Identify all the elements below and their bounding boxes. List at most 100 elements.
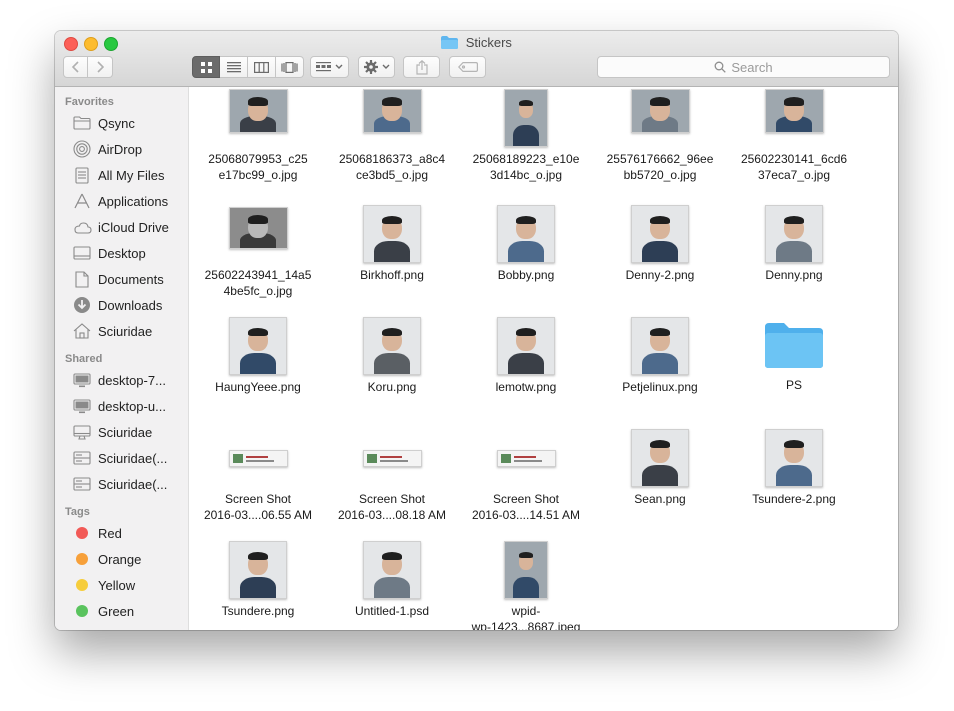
file-thumbnail	[631, 429, 689, 487]
sidebar-item-label: iCloud Drive	[98, 219, 169, 235]
file-grid: 25068079953_c25 e17bc99_o.jpg 25068186373_…	[189, 87, 898, 630]
file-name-line: Screen Shot	[358, 492, 426, 506]
column-view-button[interactable]	[248, 56, 276, 78]
file-thumbnail	[363, 541, 421, 599]
file-thumbnail	[362, 450, 422, 467]
file-item[interactable]: Untitled-1.psd	[325, 541, 459, 619]
icon-view-button[interactable]	[192, 56, 220, 78]
file-name-line: Birkhoff.png	[360, 268, 424, 282]
imac-icon	[72, 423, 92, 441]
icon-grid-icon	[200, 61, 212, 73]
sidebar-item-icloud-drive[interactable]: iCloud Drive	[55, 214, 188, 240]
arrange-button[interactable]	[310, 56, 349, 78]
file-item[interactable]: Koru.png	[325, 317, 459, 395]
sidebar-item-airdrop[interactable]: AirDrop	[55, 136, 188, 162]
sidebar-item-qsync[interactable]: Qsync	[55, 110, 188, 136]
file-item[interactable]: 25068189223_e10e 3d14bc_o.jpg	[459, 89, 593, 183]
sidebar-item-applications[interactable]: Applications	[55, 188, 188, 214]
action-button[interactable]	[358, 56, 395, 78]
sidebar-item-desktop-u[interactable]: desktop-u...	[55, 393, 188, 419]
sidebar-item-green[interactable]: Green	[55, 598, 188, 624]
file-item[interactable]: HaungYeee.png	[191, 317, 325, 395]
sidebar-item-label: Downloads	[98, 297, 163, 313]
file-item[interactable]: Screen Shot 2016-03....08.18 AM	[325, 429, 459, 523]
sidebar-item-desktop-7[interactable]: desktop-7...	[55, 367, 188, 393]
edit-tags-button[interactable]	[449, 56, 486, 78]
tag-color-dot-icon	[76, 605, 88, 617]
file-item[interactable]: 25602230141_6cd6 37eca7_o.jpg	[727, 89, 861, 183]
sidebar-item-sciuridae[interactable]: Sciuridae	[55, 318, 188, 344]
file-item[interactable]: 25068186373_a8c4 ce3bd5_o.jpg	[325, 89, 459, 183]
search-icon	[714, 61, 727, 73]
back-button[interactable]	[63, 56, 88, 78]
file-thumbnail	[228, 89, 288, 133]
search-field[interactable]: Search	[597, 56, 890, 78]
file-thumbnail	[630, 89, 690, 133]
forward-button[interactable]	[88, 56, 113, 78]
file-name-line: 3d14bc_o.jpg	[489, 168, 563, 182]
sidebar-item-label: AirDrop	[98, 141, 143, 157]
cover-flow-view-button[interactable]	[276, 56, 304, 78]
sidebar-item-downloads[interactable]: Downloads	[55, 292, 188, 318]
file-name-line: Denny.png	[765, 268, 823, 282]
sidebar-item-all-my-files[interactable]: All My Files	[55, 162, 188, 188]
file-thumbnail	[228, 450, 288, 467]
file-item[interactable]: lemotw.png	[459, 317, 593, 395]
sidebar-item-label: Sciuridae(...	[98, 450, 168, 466]
tag-color-dot-icon	[76, 553, 88, 565]
sidebar-item-sciuridae[interactable]: Sciuridae(...	[55, 445, 188, 471]
file-name-line: 37eca7_o.jpg	[757, 168, 831, 182]
cloud-icon	[72, 218, 92, 236]
file-item[interactable]: wpid-wp-1423...8687.jpeg	[459, 541, 593, 630]
all-files-icon	[72, 166, 92, 184]
desktop-icon	[72, 244, 92, 262]
downloads-icon	[72, 296, 92, 314]
folder-icon	[441, 36, 459, 49]
share-button[interactable]	[403, 56, 440, 78]
file-name-line: Sean.png	[634, 492, 686, 506]
file-item[interactable]: Tsundere.png	[191, 541, 325, 619]
file-thumbnail	[504, 89, 548, 147]
arrange-grid-icon	[316, 62, 331, 72]
file-name-line: Screen Shot	[492, 492, 560, 506]
tag-color-dot-icon	[76, 579, 88, 591]
file-item[interactable]: 25602243941_14a5 4be5fc_o.jpg	[191, 205, 325, 299]
file-item[interactable]: Screen Shot 2016-03....14.51 AM	[459, 429, 593, 523]
file-item[interactable]: Bobby.png	[459, 205, 593, 283]
file-name: 25576176662_96ee bb5720_o.jpg	[593, 151, 727, 183]
sidebar-item-yellow[interactable]: Yellow	[55, 572, 188, 598]
file-item[interactable]: Denny-2.png	[593, 205, 727, 283]
file-item[interactable]: Screen Shot 2016-03....06.55 AM	[191, 429, 325, 523]
sidebar-item-label: Documents	[98, 271, 164, 287]
file-item[interactable]: Petjelinux.png	[593, 317, 727, 395]
file-item[interactable]: Tsundere-2.png	[727, 429, 861, 507]
file-name-line: 25068189223_e10e	[472, 152, 580, 166]
airdrop-icon	[72, 140, 92, 158]
sidebar-item-sciuridae[interactable]: Sciuridae	[55, 419, 188, 445]
server-icon	[72, 449, 92, 467]
sidebar-item-label: Qsync	[98, 115, 135, 131]
tag-icon	[457, 62, 478, 72]
file-item[interactable]: 25068079953_c25 e17bc99_o.jpg	[191, 89, 325, 183]
window-title: Stickers	[465, 35, 512, 50]
sidebar-item-documents[interactable]: Documents	[55, 266, 188, 292]
sidebar-item-sciuridae[interactable]: Sciuridae(...	[55, 471, 188, 497]
sidebar-item-desktop[interactable]: Desktop	[55, 240, 188, 266]
file-item[interactable]: Birkhoff.png	[325, 205, 459, 283]
sidebar-item-red[interactable]: Red	[55, 520, 188, 546]
file-thumbnail	[229, 541, 287, 599]
file-name-line: Tsundere-2.png	[752, 492, 836, 506]
folder-item[interactable]: PS	[727, 317, 861, 393]
file-item[interactable]: Denny.png	[727, 205, 861, 283]
file-item[interactable]: Sean.png	[593, 429, 727, 507]
list-view-button[interactable]	[220, 56, 248, 78]
sidebar-item-orange[interactable]: Orange	[55, 546, 188, 572]
file-name: Screen Shot 2016-03....06.55 AM	[191, 491, 325, 523]
file-name-line: lemotw.png	[495, 380, 557, 394]
file-name: 25068189223_e10e 3d14bc_o.jpg	[459, 151, 593, 183]
columns-icon	[254, 61, 269, 73]
tag-color-dot-icon	[76, 527, 88, 539]
file-name-line: 25068079953_c25	[208, 152, 308, 166]
file-item[interactable]: 25576176662_96ee bb5720_o.jpg	[593, 89, 727, 183]
file-thumbnail	[631, 317, 689, 375]
